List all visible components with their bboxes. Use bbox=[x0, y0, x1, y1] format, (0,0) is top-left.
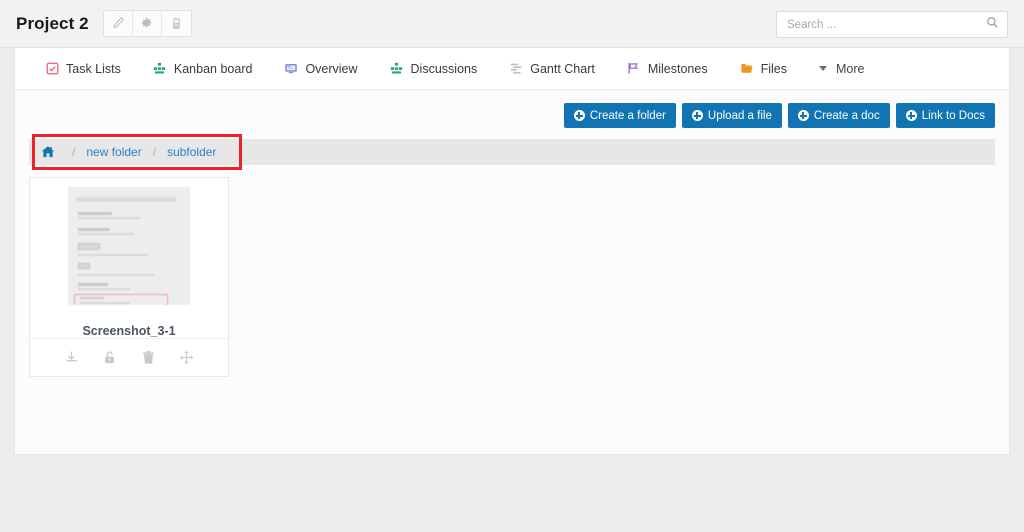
tab-files[interactable]: Files bbox=[724, 48, 803, 90]
button-label: Create a folder bbox=[589, 109, 666, 122]
breadcrumb-zone: / new folder / subfolder bbox=[15, 128, 1009, 170]
move-icon[interactable] bbox=[176, 347, 198, 369]
project-title-actions bbox=[102, 10, 192, 37]
tab-label: More bbox=[836, 61, 865, 76]
main-panel: Task Lists Kanban board Overview Discuss… bbox=[14, 48, 1010, 455]
tab-label: Milestones bbox=[647, 61, 708, 76]
tab-label: Kanban board bbox=[173, 61, 253, 76]
home-icon[interactable] bbox=[41, 145, 55, 159]
tab-label: Gantt Chart bbox=[530, 61, 595, 76]
plus-circle-icon bbox=[797, 110, 809, 121]
breadcrumb-separator: / bbox=[152, 145, 157, 159]
breadcrumb-separator: / bbox=[72, 145, 76, 159]
checkbox-square-icon bbox=[45, 62, 59, 76]
edit-project-button[interactable] bbox=[103, 11, 133, 36]
gantt-bars-icon bbox=[509, 62, 523, 76]
monitor-icon bbox=[284, 62, 298, 76]
file-thumbnail-area[interactable] bbox=[30, 178, 228, 318]
upload-a-file-button[interactable]: Upload a file bbox=[681, 103, 782, 128]
tab-more[interactable]: More bbox=[803, 48, 880, 90]
file-name: Screenshot_3-1 bbox=[82, 324, 176, 338]
create-a-folder-button[interactable]: Create a folder bbox=[563, 103, 676, 128]
tab-overview[interactable]: Overview bbox=[268, 48, 373, 90]
project-settings-button[interactable] bbox=[132, 11, 162, 36]
trash-icon[interactable] bbox=[137, 347, 159, 369]
button-label: Link to Docs bbox=[921, 109, 985, 122]
create-a-doc-button[interactable]: Create a doc bbox=[787, 103, 890, 128]
download-icon[interactable] bbox=[60, 347, 82, 369]
discussions-icon bbox=[390, 62, 404, 76]
breadcrumb: / new folder / subfolder bbox=[29, 139, 995, 165]
lock-icon[interactable] bbox=[99, 347, 121, 369]
tab-label: Overview bbox=[305, 61, 358, 76]
top-bar: Project 2 bbox=[0, 0, 1024, 48]
project-notes-button[interactable] bbox=[161, 11, 191, 36]
breadcrumb-item-new-folder[interactable]: new folder bbox=[86, 145, 141, 159]
tab-discussions[interactable]: Discussions bbox=[374, 48, 494, 90]
plus-circle-icon bbox=[905, 110, 917, 121]
button-label: Create a doc bbox=[813, 109, 880, 122]
plus-circle-icon bbox=[691, 110, 703, 121]
breadcrumb-item-subfolder[interactable]: subfolder bbox=[167, 145, 216, 159]
gear-icon bbox=[140, 17, 153, 30]
document-screenshot-thumbnail bbox=[68, 187, 190, 305]
files-toolbar: Create a folder Upload a file Create a d… bbox=[15, 90, 1009, 128]
tab-milestones[interactable]: Milestones bbox=[611, 48, 724, 90]
tab-label: Task Lists bbox=[66, 61, 121, 76]
tab-kanban-board[interactable]: Kanban board bbox=[137, 48, 269, 90]
page-title: Project 2 bbox=[16, 13, 89, 33]
flag-icon bbox=[627, 62, 641, 76]
tab-task-lists[interactable]: Task Lists bbox=[29, 48, 137, 90]
tab-label: Files bbox=[760, 61, 787, 76]
pencil-icon bbox=[111, 17, 124, 30]
caret-down-icon bbox=[819, 66, 827, 71]
file-card[interactable]: Screenshot_3-1 bbox=[29, 177, 229, 377]
tab-gantt-chart[interactable]: Gantt Chart bbox=[493, 48, 611, 90]
kanban-icon bbox=[153, 62, 167, 76]
file-grid: Screenshot_3-1 bbox=[15, 165, 1009, 389]
search-input[interactable] bbox=[785, 17, 986, 32]
plus-circle-icon bbox=[573, 110, 585, 121]
button-label: Upload a file bbox=[707, 109, 772, 122]
project-nav-tabs: Task Lists Kanban board Overview Discuss… bbox=[15, 48, 1009, 90]
search-box[interactable] bbox=[776, 11, 1008, 38]
search-icon[interactable] bbox=[986, 16, 999, 34]
folder-icon bbox=[740, 62, 754, 76]
link-to-docs-button[interactable]: Link to Docs bbox=[895, 103, 995, 128]
tab-label: Discussions bbox=[410, 61, 478, 76]
document-icon bbox=[170, 17, 183, 30]
file-card-actions bbox=[30, 338, 228, 376]
